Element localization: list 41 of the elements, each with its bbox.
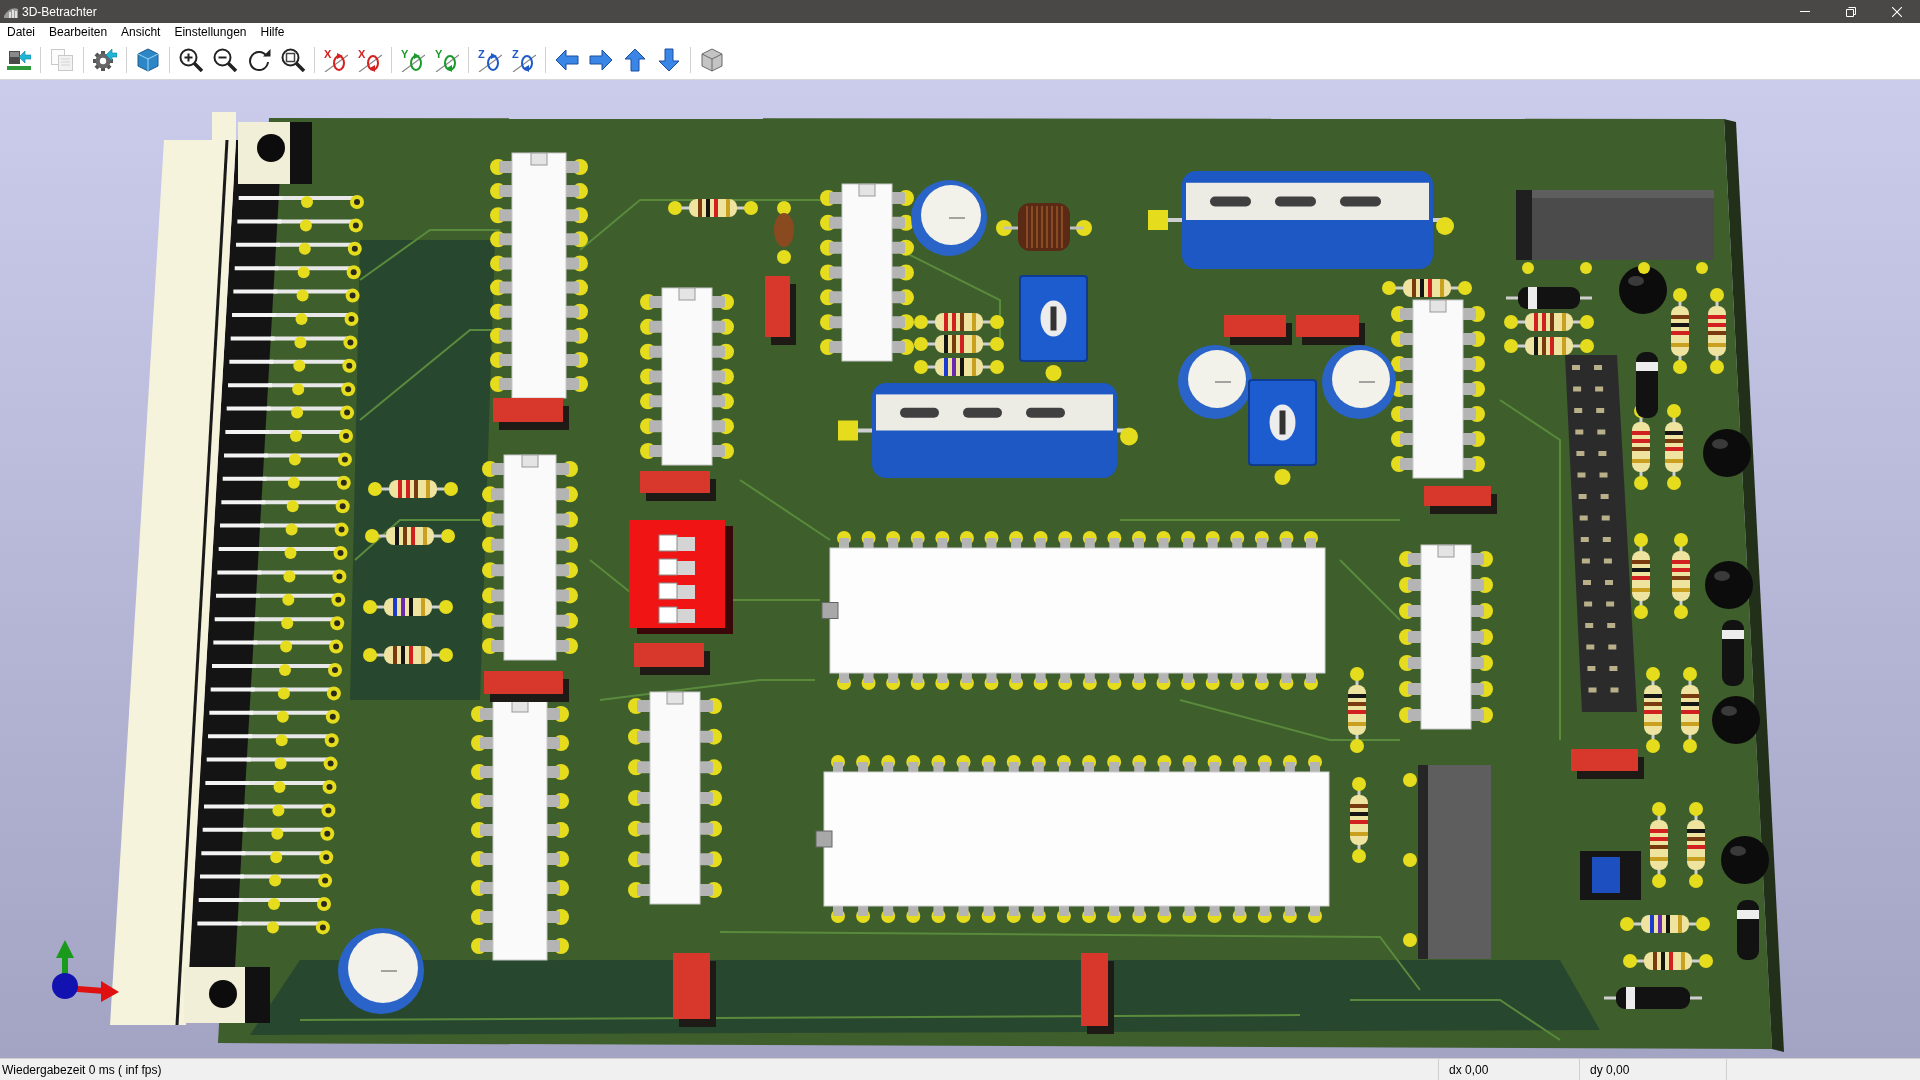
zoom-in-icon <box>179 48 203 72</box>
film-capacitor <box>765 276 796 345</box>
3d-viewport[interactable] <box>0 80 1920 1058</box>
transistor <box>1712 696 1760 744</box>
jumper <box>1580 851 1641 900</box>
menu-item[interactable]: Ansicht <box>114 25 168 39</box>
render-time-text: Wiedergabezeit 0 ms ( inf fps) <box>2 1062 162 1077</box>
menu-item[interactable]: Bearbeiten <box>42 25 115 39</box>
dy-readout: dy 0,00 <box>1590 1062 1630 1077</box>
menu-item[interactable]: Einstellungen <box>167 25 254 39</box>
arrow-right-icon <box>589 48 613 72</box>
restore-icon <box>1846 6 1856 17</box>
dx-readout: dx 0,00 <box>1449 1062 1489 1077</box>
diode <box>1636 352 1658 418</box>
cube-outline-icon <box>700 48 724 72</box>
transistor <box>1705 561 1753 609</box>
app-icon <box>4 5 18 18</box>
arrow-down-icon <box>657 48 681 72</box>
menu-item[interactable]: Datei <box>0 25 42 39</box>
transistor <box>1703 429 1751 477</box>
board-arrow-icon <box>7 48 31 72</box>
zoom-fit-icon <box>281 48 305 72</box>
cube-icon <box>136 48 160 72</box>
film-capacitor <box>1296 315 1365 345</box>
film-capacitor <box>1224 315 1292 345</box>
zoom-out-icon <box>213 48 237 72</box>
diode <box>1722 620 1744 686</box>
transistor <box>1619 266 1667 314</box>
refresh-icon <box>247 48 271 72</box>
window-title: 3D-Betrachter <box>22 4 98 19</box>
transistor <box>1721 836 1769 884</box>
arrow-left-icon <box>555 48 579 72</box>
axes-icon <box>52 940 119 1002</box>
close-icon <box>1892 6 1902 17</box>
minimize-icon <box>1800 11 1810 12</box>
copy-icon <box>50 48 74 72</box>
arrow-up-icon <box>623 48 647 72</box>
diode <box>1737 900 1759 960</box>
ceramic-capacitor <box>774 201 794 264</box>
menu-item[interactable]: Hilfe <box>253 25 292 39</box>
settings-icon <box>93 48 117 72</box>
